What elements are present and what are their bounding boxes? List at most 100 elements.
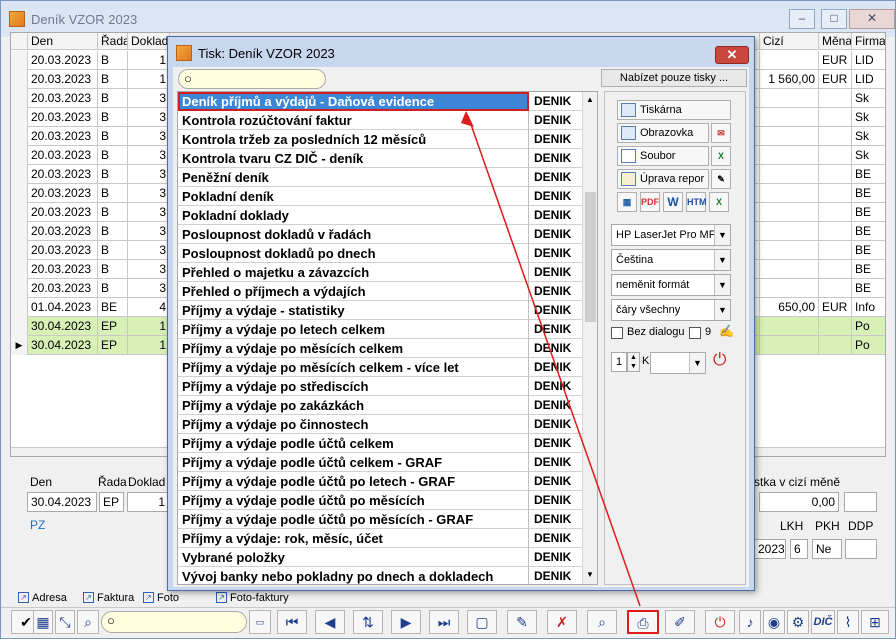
first-record-icon[interactable]: ⏮ <box>277 610 307 634</box>
row-indicator[interactable] <box>11 127 28 146</box>
printer-select[interactable]: HP LaserJet Pro MFP ▼ <box>611 224 731 246</box>
offer-only-button[interactable]: Nabízet pouze tisky ... <box>601 69 747 87</box>
col-header-rada[interactable]: Řada <box>98 33 128 50</box>
report-list-item[interactable]: Posloupnost dokladů v řadách DENIK <box>178 225 582 244</box>
row-indicator[interactable] <box>11 298 28 317</box>
file-button[interactable]: Soubor <box>617 146 709 166</box>
row-indicator[interactable] <box>11 203 28 222</box>
speaker-icon[interactable]: ♪ <box>739 610 761 634</box>
power-icon[interactable]: ⏻ <box>713 350 726 370</box>
row-indicator[interactable] <box>11 89 28 108</box>
copies-field[interactable]: 1 <box>611 352 627 372</box>
next-record-icon[interactable]: ▶ <box>391 610 421 634</box>
tab-faktura[interactable]: ↗ Faktura <box>81 590 134 606</box>
report-list-item[interactable]: Přehled o příjmech a výdajích DENIK <box>178 282 582 301</box>
report-list-item[interactable]: Přehled o majetku a závazcích DENIK <box>178 263 582 282</box>
lines-select[interactable]: čáry všechny ▼ <box>611 299 731 321</box>
den-field[interactable]: 30.04.2023 <box>27 492 97 512</box>
network-icon[interactable]: ⊞ <box>861 610 889 634</box>
settings-icon[interactable]: ✐ <box>665 610 695 634</box>
report-list[interactable]: Deník příjmů a výdajů - Daňová evidence D… <box>177 91 598 585</box>
report-list-item[interactable]: Příjmy a výdaje po činnostech DENIK <box>178 415 582 434</box>
col-header-firma[interactable]: Firma <box>852 33 885 50</box>
last-record-icon[interactable]: ⏭ <box>429 610 459 634</box>
date-field[interactable]: 2023 <box>754 539 786 559</box>
scroll-up-icon[interactable]: ▲ <box>586 95 594 104</box>
format-select[interactable]: neměnit formát ▼ <box>611 274 731 296</box>
row-indicator[interactable] <box>11 279 28 298</box>
castka-field[interactable]: 0,00 <box>759 492 839 512</box>
report-list-item[interactable]: Vývoj banky nebo pokladny po dnech a dok… <box>178 567 582 584</box>
pz-link[interactable]: PZ <box>30 518 45 532</box>
scrollbar-thumb[interactable] <box>585 192 596 322</box>
report-list-item[interactable]: Vybrané položky DENIK <box>178 548 582 567</box>
find-icon[interactable]: ⌕ <box>587 610 617 634</box>
report-list-item[interactable]: Příjmy a výdaje po měsících celkem - víc… <box>178 358 582 377</box>
tab-adresa[interactable]: ↗ Adresa <box>16 590 67 606</box>
report-list-scrollbar[interactable]: ▲ ▼ <box>582 92 597 584</box>
report-list-item[interactable]: Deník příjmů a výdajů - Daňová evidence D… <box>178 92 582 111</box>
email-icon[interactable]: ✉ <box>711 123 731 143</box>
delete-icon[interactable]: ✗ <box>547 610 577 634</box>
report-list-item[interactable]: Kontrola tržeb za posledních 12 měsíců DE… <box>178 130 582 149</box>
power-icon[interactable]: ⏻ <box>705 610 735 634</box>
castka-currency-field[interactable] <box>844 492 877 512</box>
attachment-icon[interactable]: ⌇ <box>837 610 859 634</box>
report-list-item[interactable]: Příjmy a výdaje podle účtů celkem - GRAF… <box>178 453 582 472</box>
col-header-mena[interactable]: Měna <box>819 33 852 50</box>
excel-export-icon[interactable]: X <box>709 192 729 212</box>
edit-report-button[interactable]: Úprava repor <box>617 169 709 189</box>
row-indicator[interactable] <box>11 70 28 89</box>
row-indicator[interactable] <box>11 108 28 127</box>
report-search-input[interactable]: ○ <box>178 69 326 89</box>
grid-view-icon[interactable]: ▦ <box>33 610 53 634</box>
report-list-item[interactable]: Příjmy a výdaje po zakázkách DENIK <box>178 396 582 415</box>
report-list-item[interactable]: Příjmy a výdaje - statistiky DENIK <box>178 301 582 320</box>
k-select[interactable]: ▼ <box>650 352 706 374</box>
row-indicator[interactable] <box>11 222 28 241</box>
rada-field[interactable]: EP <box>99 492 124 512</box>
col-header-doklad[interactable]: Doklad <box>128 33 170 50</box>
minimize-button[interactable]: ‒ <box>789 9 815 29</box>
html-icon[interactable]: HTM <box>686 192 707 212</box>
pdf-icon[interactable]: PDF <box>640 192 660 212</box>
row-indicator[interactable] <box>11 241 28 260</box>
row-indicator[interactable] <box>11 146 28 165</box>
prev-record-icon[interactable]: ◀ <box>315 610 345 634</box>
row-indicator[interactable] <box>11 51 28 70</box>
report-list-item[interactable]: Peněžní deník DENIK <box>178 168 582 187</box>
report-list-item[interactable]: Příjmy a výdaje po střediscích DENIK <box>178 377 582 396</box>
row-indicator[interactable] <box>11 317 28 336</box>
nine-checkbox[interactable] <box>689 327 701 339</box>
row-indicator[interactable]: ▶ <box>11 336 28 355</box>
close-button[interactable]: ✕ <box>849 9 895 29</box>
row-indicator[interactable] <box>11 260 28 279</box>
ddp-field[interactable] <box>845 539 877 559</box>
keyboard-icon[interactable]: ▭ <box>249 610 271 634</box>
printer-button[interactable]: Tiskárna <box>617 100 731 120</box>
toolbar-search-input[interactable]: ○ <box>101 611 247 633</box>
report-list-item[interactable]: Příjmy a výdaje podle účtů po měsících -… <box>178 510 582 529</box>
scroll-down-icon[interactable]: ▼ <box>586 570 594 579</box>
maximize-button[interactable]: □ <box>821 9 847 29</box>
col-header-den[interactable]: Den <box>28 33 98 50</box>
calc-icon[interactable]: ▦ <box>617 192 637 212</box>
report-list-item[interactable]: Posloupnost dokladů po dnech DENIK <box>178 244 582 263</box>
doklad-field[interactable]: 1 <box>127 492 169 512</box>
report-list-item[interactable]: Příjmy a výdaje po letech celkem DENIK <box>178 320 582 339</box>
report-list-item[interactable]: Pokladní doklady DENIK <box>178 206 582 225</box>
report-list-item[interactable]: Kontrola rozúčtování faktur DENIK <box>178 111 582 130</box>
print-button[interactable]: ⎙ <box>627 610 659 634</box>
coin-icon[interactable]: ◉ <box>763 610 785 634</box>
report-list-item[interactable]: Příjmy a výdaje podle účtů po letech - G… <box>178 472 582 491</box>
report-list-item[interactable]: Příjmy a výdaje podle účtů celkem DENIK <box>178 434 582 453</box>
dialog-close-button[interactable]: ✕ <box>715 46 749 64</box>
no-dialog-checkbox[interactable] <box>611 327 623 339</box>
dic-button[interactable]: DIČ <box>811 610 835 634</box>
row-indicator[interactable] <box>11 184 28 203</box>
language-select[interactable]: Čeština ▼ <box>611 249 731 271</box>
binoculars-icon[interactable]: ⌕ <box>77 610 99 634</box>
report-list-item[interactable]: Pokladní deník DENIK <box>178 187 582 206</box>
tab-foto[interactable]: ↗ Foto <box>141 590 179 606</box>
report-list-item[interactable]: Kontrola tvaru CZ DIČ - deník DENIK <box>178 149 582 168</box>
